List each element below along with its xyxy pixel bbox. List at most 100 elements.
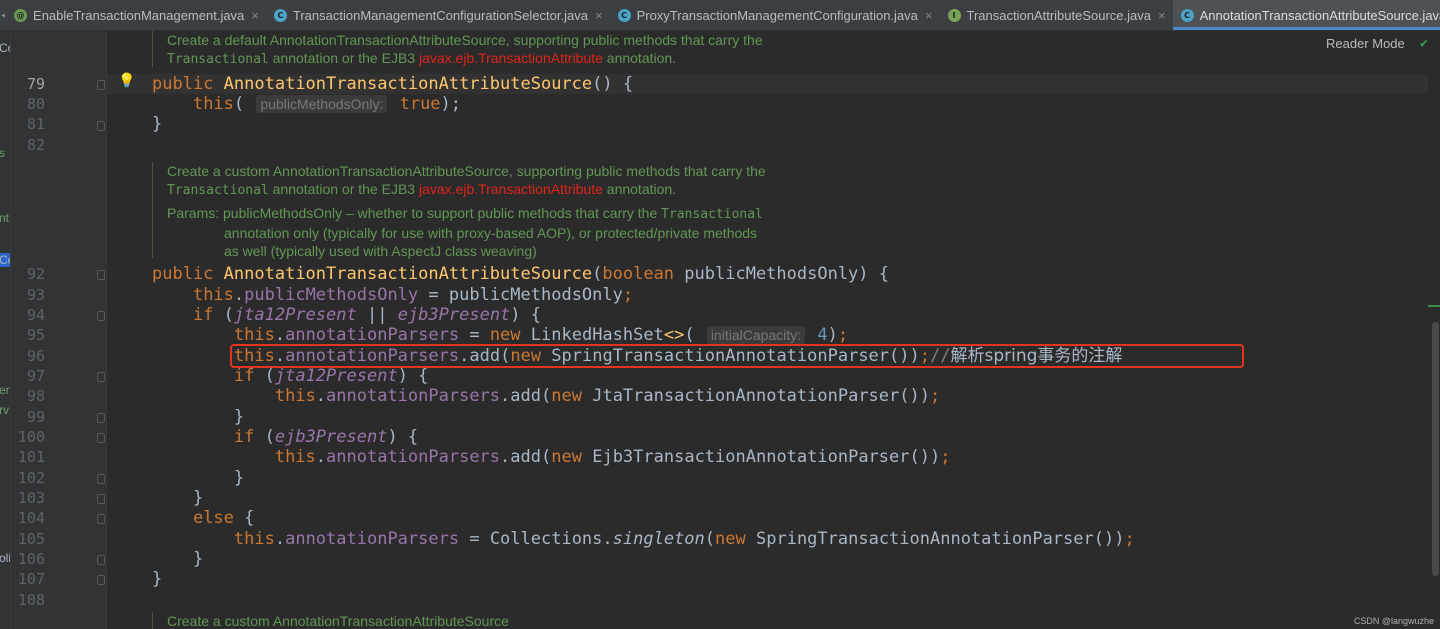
fold-marker-icon[interactable]	[97, 474, 105, 484]
line-number: 82	[26, 136, 45, 154]
panel-fragment: s	[0, 146, 5, 160]
fold-marker-icon[interactable]	[97, 121, 105, 131]
lightbulb-icon[interactable]: 💡	[118, 73, 135, 89]
watermark: CSDN @langwuzhe	[1353, 616, 1434, 626]
doc-params-line: Params: publicMethodsOnly – whether to s…	[167, 205, 763, 222]
panel-fragment: rv	[0, 403, 9, 417]
fold-marker-icon[interactable]	[97, 514, 105, 524]
fold-marker-icon[interactable]	[97, 270, 105, 280]
code-line: }	[152, 468, 245, 488]
fold-marker-icon[interactable]	[97, 80, 105, 90]
project-panel-edge: Co s nt Co er rv olic	[0, 31, 11, 629]
code-line: }	[152, 549, 204, 569]
line-number: 96	[26, 347, 45, 365]
reader-mode-toggle[interactable]: Reader Mode	[1326, 36, 1405, 51]
code-line: if (jta12Present) {	[233, 366, 429, 386]
doc-link[interactable]: javax.ejb.TransactionAttribute	[419, 50, 603, 66]
close-icon[interactable]: ×	[925, 8, 933, 23]
tab-label: TransactionAttributeSource.java	[966, 7, 1152, 23]
code-line: this.annotationParsers = Collections.sin…	[233, 529, 1135, 549]
line-number: 81	[26, 115, 45, 133]
code-line: if (ejb3Present) {	[233, 427, 419, 447]
code-line: }	[152, 407, 245, 427]
tab-proxy-transaction-management-configuration[interactable]: C ProxyTransactionManagementConfiguratio…	[610, 0, 940, 30]
annotation-highlight-box	[230, 344, 1244, 368]
parameter-hint: publicMethodsOnly:	[256, 95, 388, 113]
tab-label: TransactionManagementConfigurationSelect…	[292, 7, 588, 23]
line-number: 80	[26, 95, 45, 113]
line-number: 93	[26, 286, 45, 304]
line-number: 101	[17, 448, 45, 466]
line-number: 99	[26, 408, 45, 426]
code-line: public AnnotationTransactionAttributeSou…	[152, 264, 890, 284]
code-line: this( publicMethodsOnly: true);	[192, 94, 462, 114]
doc-line: Transactional annotation or the EJB3 jav…	[167, 181, 677, 198]
panel-fragment: er	[0, 383, 10, 397]
fold-marker-icon[interactable]	[97, 575, 105, 585]
tab-transaction-management-configuration-selector[interactable]: C TransactionManagementConfigurationSele…	[266, 0, 610, 30]
panel-fragment: nt	[0, 211, 10, 225]
panel-fragment: Co	[0, 253, 10, 267]
doc-line: Transactional annotation or the EJB3 jav…	[167, 50, 677, 67]
code-line: if (jta12Present || ejb3Present) {	[192, 305, 542, 325]
tab-transaction-attribute-source[interactable]: I TransactionAttributeSource.java ×	[940, 0, 1173, 30]
editor-tab-bar: ◂ @ EnableTransactionManagement.java × C…	[0, 0, 1440, 31]
code-line: this.annotationParsers = new LinkedHashS…	[233, 325, 849, 345]
doc-link[interactable]: javax.ejb.TransactionAttribute	[419, 181, 603, 197]
class-icon: C	[1180, 8, 1194, 22]
fold-marker-icon[interactable]	[97, 494, 105, 504]
close-icon[interactable]: ×	[1158, 8, 1166, 23]
line-number: 104	[17, 509, 45, 527]
fold-marker-icon[interactable]	[97, 372, 105, 382]
fold-marker-icon[interactable]	[97, 555, 105, 565]
tab-label: EnableTransactionManagement.java	[33, 7, 245, 23]
scroll-marker	[1428, 305, 1440, 307]
tab-label: AnnotationTransactionAttributeSource.jav…	[1199, 7, 1440, 23]
line-number: 105	[17, 530, 45, 548]
interface-icon: I	[947, 8, 961, 22]
doc-params-line: as well (typically used with AspectJ cla…	[224, 243, 537, 259]
tab-label: ProxyTransactionManagementConfiguration.…	[636, 7, 918, 23]
panel-fragment: Co	[0, 41, 10, 55]
javadoc-rendered: Create a custom AnnotationTransactionAtt…	[152, 612, 509, 629]
line-number: 108	[17, 591, 45, 609]
code-line: public AnnotationTransactionAttributeSou…	[152, 74, 634, 94]
fold-marker-icon[interactable]	[97, 413, 105, 423]
line-number: 98	[26, 387, 45, 405]
doc-params-line: annotation only (typically for use with …	[224, 225, 758, 241]
code-line: }	[152, 569, 163, 589]
parameter-hint: initialCapacity:	[706, 326, 806, 344]
checkmark-icon: ✔	[1420, 36, 1428, 51]
doc-line: Create a custom AnnotationTransactionAtt…	[167, 613, 509, 629]
doc-line: Create a default AnnotationTransactionAt…	[167, 32, 763, 48]
tab-annotation-transaction-attribute-source[interactable]: C AnnotationTransactionAttributeSource.j…	[1172, 0, 1440, 30]
code-line: this.annotationParsers.add(new Ejb3Trans…	[274, 447, 951, 467]
line-number: 100	[17, 428, 45, 446]
tab-enable-transaction-management[interactable]: @ EnableTransactionManagement.java ×	[6, 0, 266, 30]
code-line: this.annotationParsers.add(new JtaTransa…	[274, 386, 941, 406]
line-number: 103	[17, 489, 45, 507]
class-icon: C	[273, 8, 287, 22]
line-number: 106	[17, 550, 45, 568]
javadoc-rendered: Create a custom AnnotationTransactionAtt…	[152, 162, 766, 259]
scrollbar-thumb[interactable]	[1432, 322, 1439, 576]
close-icon[interactable]: ×	[595, 8, 603, 23]
code-line: }	[152, 114, 163, 134]
doc-line: Create a custom AnnotationTransactionAtt…	[167, 163, 766, 179]
panel-fragment: olic	[0, 551, 11, 565]
line-number: 97	[26, 367, 45, 385]
fold-marker-icon[interactable]	[97, 433, 105, 443]
line-number: 107	[17, 570, 45, 588]
javadoc-rendered: Create a default AnnotationTransactionAt…	[152, 31, 763, 67]
code-line: }	[152, 488, 204, 508]
annotation-icon: @	[14, 8, 28, 22]
close-icon[interactable]: ×	[251, 8, 259, 23]
line-number: 95	[26, 326, 45, 344]
line-number: 92	[26, 265, 45, 283]
line-number: 94	[26, 306, 45, 324]
fold-marker-icon[interactable]	[97, 311, 105, 321]
code-line: this.publicMethodsOnly = publicMethodsOn…	[192, 285, 634, 305]
class-icon: C	[617, 8, 631, 22]
code-line: else {	[192, 508, 255, 528]
line-number: 102	[17, 469, 45, 487]
